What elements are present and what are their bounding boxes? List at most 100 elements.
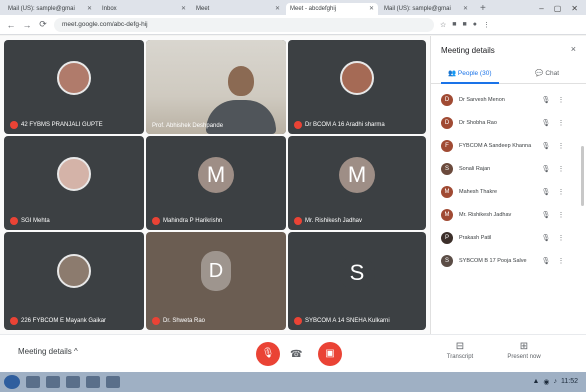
camera-toggle-button[interactable]: ▣ [318,342,342,366]
more-options-icon[interactable]: ⋮ [557,211,565,219]
list-item[interactable]: S SYBCOM B 17 Pooja Salve 🎙 ⋮ [431,249,586,272]
participant-tile[interactable]: S SYBCOM A 14 SNEHA Kulkarni [288,232,426,330]
mic-off-icon[interactable]: 🎙 [541,257,551,265]
taskbar-app-icon[interactable] [26,376,40,388]
tab-close-icon[interactable]: ✕ [463,3,468,15]
mic-off-icon: 🎙 [261,348,275,359]
taskbar-app-icon[interactable] [46,376,60,388]
close-icon[interactable]: × [571,44,576,54]
avatar: F [441,139,453,152]
more-options-icon[interactable]: ⋮ [557,257,565,265]
participant-tile[interactable]: M Mr. Rishikesh Jadhav [288,136,426,230]
participant-tile-video[interactable]: Prof. Abhishek Deshpande [146,40,286,134]
more-options-icon[interactable]: ⋮ [557,165,565,173]
minimize-icon[interactable]: – [539,3,543,15]
close-window-icon[interactable]: ✕ [571,3,578,15]
participant-tile[interactable]: Dr BCOM A 16 Aradhi sharma [288,40,426,134]
taskbar-app-icon[interactable] [66,376,80,388]
more-options-icon[interactable]: ⋮ [557,234,565,242]
browser-tab-4[interactable]: Meet - abcdefghij ✕ [286,3,378,15]
participant-avatar [57,60,91,95]
meeting-details-panel: Meeting details × 👥 People (30) 💬 Chat D… [430,36,586,334]
maximize-icon[interactable]: ▢ [554,3,562,15]
mic-off-icon[interactable]: 🎙 [541,142,551,150]
menu-dots-icon[interactable]: ⋮ [483,21,490,29]
tab-close-icon[interactable]: ✕ [181,3,186,15]
back-icon[interactable]: ← [6,20,16,30]
taskbar-app-icon[interactable] [106,376,120,388]
list-item[interactable]: P Prakash Patil 🎙 ⋮ [431,226,586,249]
participant-avatar: D [201,251,231,292]
mic-off-icon[interactable]: 🎙 [541,119,551,127]
tab-label: Mail (US): sample@gmai [384,6,451,12]
more-options-icon[interactable]: ⋮ [557,188,565,196]
participant-list-name: Mr. Rishikesh Jadhav [459,211,512,218]
browser-tab-3[interactable]: Meet ✕ [192,3,284,15]
start-button[interactable] [4,375,20,389]
video-feed [146,40,286,134]
scrollbar[interactable] [581,146,584,206]
extension-icon[interactable]: ■ [452,21,456,28]
list-item[interactable]: S Sonali Rajan 🎙 ⋮ [431,157,586,180]
more-options-icon[interactable]: ⋮ [557,142,565,150]
tab-close-icon[interactable]: ✕ [275,3,280,15]
mic-toggle-button[interactable]: 🎙 [256,342,280,366]
list-item[interactable]: M Mahesh Thakre 🎙 ⋮ [431,180,586,203]
more-options-icon[interactable]: ⋮ [557,96,565,104]
participant-tile[interactable]: M Mahindra P Harikrishn [146,136,286,230]
tab-people[interactable]: 👥 People (30) [431,64,509,84]
os-taskbar: ▲ ◉ ♪ 11:52 [0,372,586,392]
url-input[interactable]: meet.google.com/abc-defg-hij [54,17,434,32]
address-bar: ← → ⟳ meet.google.com/abc-defg-hij ☆ ■ ■… [0,15,586,35]
browser-tab-1[interactable]: Mail (US): sample@gmai ✕ [4,3,96,15]
list-item[interactable]: D Dr Shobha Rao 🎙 ⋮ [431,111,586,134]
hangup-button[interactable]: ☎ [290,349,302,360]
mic-off-icon[interactable]: 🎙 [541,234,551,242]
participant-tile[interactable]: 42 FYBMS PRANJALI GUPTE [4,40,144,134]
avatar: M [441,185,453,198]
present-now-button[interactable]: ⊞ Present now [494,341,554,360]
mic-off-icon [152,217,160,225]
network-icon[interactable]: ◉ [543,378,549,386]
avatar: D [441,93,453,106]
mic-off-icon [10,121,18,129]
reload-icon[interactable]: ⟳ [38,19,48,30]
list-item[interactable]: F FYBCOM A Sandeep Khanna 🎙 ⋮ [431,134,586,157]
mic-off-icon[interactable]: 🎙 [541,165,551,173]
people-icon: 👥 [447,70,458,77]
list-item[interactable]: D Dr Sarvesh Menon 🎙 ⋮ [431,88,586,111]
tab-close-icon[interactable]: ✕ [87,3,92,15]
participant-avatar [340,60,374,95]
volume-icon[interactable]: ♪ [554,378,558,386]
mic-off-icon[interactable]: 🎙 [541,96,551,104]
participant-list-name: FYBCOM A Sandeep Khanna [459,142,532,149]
mic-off-icon [10,317,18,325]
tray-icon[interactable]: ▲ [532,378,539,386]
participant-list-name: Mahesh Thakre [459,188,498,195]
more-options-icon[interactable]: ⋮ [557,119,565,127]
transcript-button[interactable]: ⊟ Transcript [430,341,490,360]
tab-close-icon[interactable]: ✕ [369,3,374,15]
browser-tab-2[interactable]: Inbox ✕ [98,3,190,15]
forward-icon[interactable]: → [22,20,32,30]
participant-tile[interactable]: SGI Mehta [4,136,144,230]
browser-tab-strip: Mail (US): sample@gmai ✕ Inbox ✕ Meet ✕ Mee… [0,0,586,15]
participant-avatar [57,254,91,289]
participant-tile[interactable]: 226 FYBCOM E Mayank Gaikar [4,232,144,330]
participant-name: SGI Mehta [10,217,50,225]
new-tab-button[interactable]: + [474,3,492,15]
mic-off-icon[interactable]: 🎙 [541,211,551,219]
browser-tab-5[interactable]: Mail (US): sample@gmai ✕ [380,3,472,15]
mic-off-icon[interactable]: 🎙 [541,188,551,196]
participant-tile[interactable]: D Dr. Shweta Rao [146,232,286,330]
clock[interactable]: 11:52 [561,378,578,386]
bookmark-star-icon[interactable]: ☆ [440,21,446,29]
extension-icon-2[interactable]: ■ [463,21,467,28]
meeting-details-button[interactable]: Meeting details ^ [18,347,78,356]
list-item[interactable]: M Mr. Rishikesh Jadhav 🎙 ⋮ [431,203,586,226]
profile-icon[interactable]: ● [473,21,477,28]
tab-chat[interactable]: 💬 Chat [509,64,586,83]
avatar: M [441,208,453,221]
mic-off-icon [294,317,302,325]
taskbar-app-icon[interactable] [86,376,100,388]
